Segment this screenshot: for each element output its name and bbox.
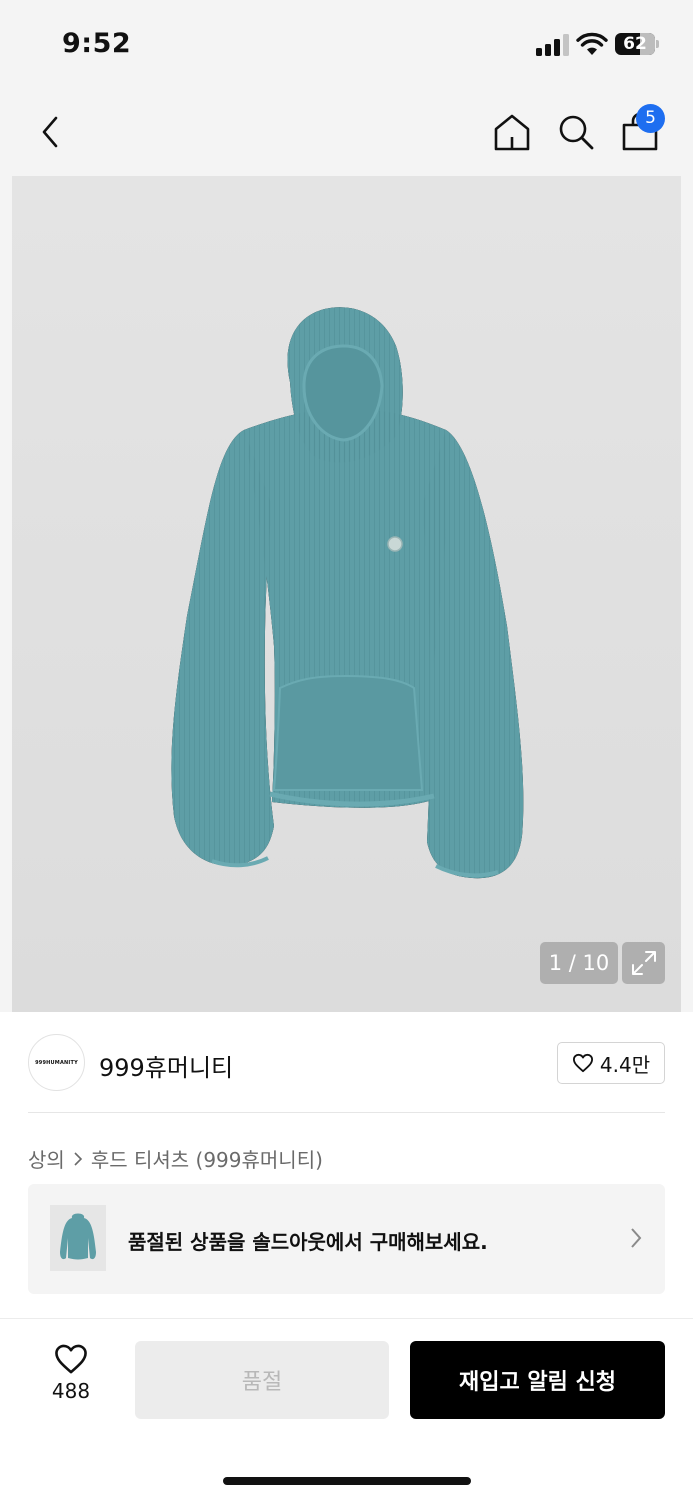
heart-icon — [55, 1344, 87, 1374]
bottom-action-bar: 488 품절 재입고 알림 신청 — [0, 1318, 693, 1500]
home-icon — [494, 114, 530, 151]
wifi-icon — [576, 32, 608, 55]
expand-icon — [631, 951, 656, 975]
cart-button[interactable] — [612, 88, 668, 176]
brand-logo[interactable]: 999HUMANITY — [28, 1034, 85, 1091]
home-button[interactable] — [484, 88, 540, 176]
breadcrumb-category[interactable]: 상의 — [28, 1144, 65, 1173]
soldout-button: 품절 — [135, 1341, 389, 1419]
chevron-right-icon — [631, 1228, 642, 1248]
battery-icon: 62 — [615, 33, 660, 55]
status-time: 9:52 — [62, 28, 132, 59]
restock-alert-button[interactable]: 재입고 알림 신청 — [410, 1341, 665, 1419]
wishlist-button[interactable]: 488 — [36, 1343, 106, 1413]
brand-row: 999HUMANITY 999휴머니티 4.4만 — [28, 1034, 665, 1092]
back-button[interactable] — [22, 88, 78, 176]
search-icon — [559, 115, 594, 150]
brand-like-button[interactable]: 4.4만 — [557, 1042, 665, 1084]
top-nav-bar — [0, 88, 693, 176]
soldout-banner-text: 품절된 상품을 솔드아웃에서 구매해보세요. — [128, 1230, 488, 1254]
product-image-carousel[interactable]: 1 / 10 — [12, 176, 681, 1012]
hoodie-thumbnail-icon — [60, 1213, 96, 1260]
brand-like-count: 4.4만 — [599, 1052, 651, 1077]
image-counter: 1 / 10 — [540, 942, 618, 984]
brand-name-link[interactable]: 999휴머니티 — [99, 1048, 233, 1083]
home-indicator — [223, 1477, 471, 1485]
status-bar: 9:52 62 — [0, 0, 693, 88]
cellular-signal-icon — [536, 34, 570, 56]
hoodie-product-photo — [171, 307, 524, 879]
breadcrumb-subcategory[interactable]: 후드 티셔츠 (999휴머니티) — [91, 1144, 323, 1173]
search-button[interactable] — [548, 88, 604, 176]
wishlist-count: 488 — [51, 1379, 91, 1403]
expand-image-button[interactable] — [622, 942, 665, 984]
soldout-banner[interactable]: 품절된 상품을 솔드아웃에서 구매해보세요. — [28, 1184, 665, 1294]
product-info: 999HUMANITY 999휴머니티 4.4만 상의 후드 티셔츠 (999휴… — [0, 1012, 693, 1318]
divider — [28, 1112, 665, 1113]
battery-level: 62 — [623, 34, 647, 54]
chevron-right-icon — [73, 1151, 83, 1167]
breadcrumb: 상의 후드 티셔츠 (999휴머니티) — [28, 1144, 323, 1173]
heart-icon — [572, 1053, 593, 1073]
cart-count-badge: 5 — [636, 104, 665, 133]
chevron-left-icon — [42, 116, 58, 148]
banner-thumbnail — [50, 1205, 106, 1271]
